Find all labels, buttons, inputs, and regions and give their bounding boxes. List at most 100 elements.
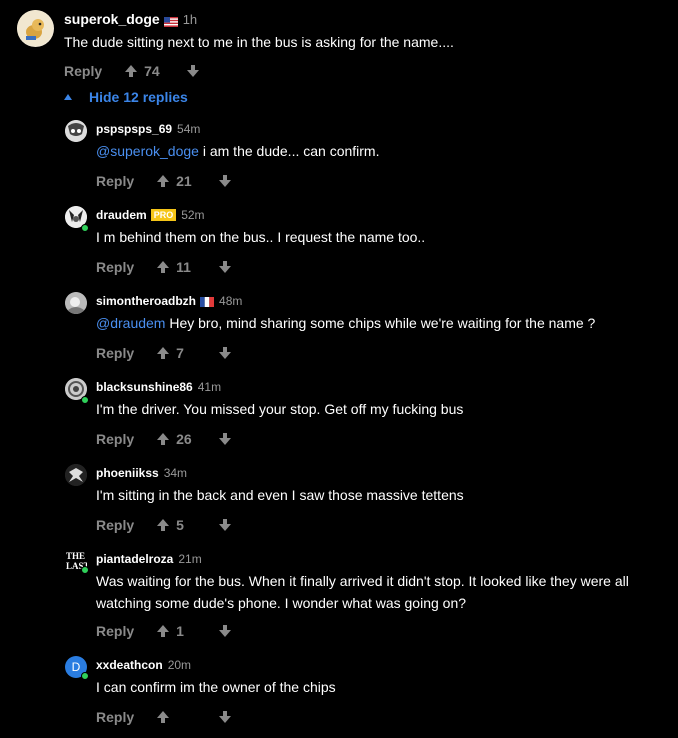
op-username[interactable]: superok_doge bbox=[64, 11, 160, 27]
reply-timestamp: 48m bbox=[219, 294, 243, 308]
downvote-icon bbox=[219, 519, 232, 531]
reply-text-content: i am the dude... can confirm. bbox=[198, 143, 380, 159]
reply-text-content: I'm sitting in the back and even I saw t… bbox=[96, 487, 464, 503]
downvote-button[interactable] bbox=[218, 346, 232, 360]
reply-comment: blacksunshine86 41m I'm the driver. You … bbox=[0, 376, 678, 458]
reply-username[interactable]: piantadelroza bbox=[96, 552, 173, 566]
reply-text: @draudem Hey bro, mind sharing some chip… bbox=[96, 312, 595, 334]
reply-timestamp: 41m bbox=[197, 380, 222, 394]
reply-button[interactable]: Reply bbox=[64, 63, 102, 79]
upvote-icon bbox=[157, 519, 170, 531]
reply-username[interactable]: draudem bbox=[96, 208, 147, 222]
reply-text: @superok_doge i am the dude... can confi… bbox=[96, 140, 379, 162]
upvote-button[interactable]: 5 bbox=[156, 517, 194, 533]
reply-button[interactable]: Reply bbox=[96, 623, 134, 639]
upvote-button[interactable]: 21 bbox=[156, 173, 194, 189]
pro-badge: PRO bbox=[150, 209, 177, 221]
upvote-button[interactable]: 7 bbox=[156, 345, 194, 361]
reply-button[interactable]: Reply bbox=[96, 173, 134, 189]
reply-actions: Reply 21 bbox=[96, 173, 232, 189]
reply-text-line: watching some dude's phone. I wonder wha… bbox=[96, 595, 467, 611]
downvote-button[interactable] bbox=[186, 64, 200, 78]
op-avatar[interactable] bbox=[17, 10, 54, 47]
reply-text-content: I m behind them on the bus.. I request t… bbox=[96, 229, 426, 245]
reply-user-line: blacksunshine86 41m bbox=[96, 380, 221, 394]
caret-up-icon bbox=[64, 94, 72, 100]
reply-comment: pspspsps_69 54m @superok_doge i am the d… bbox=[0, 118, 678, 200]
reply-button[interactable]: Reply bbox=[96, 259, 134, 275]
reply-actions: Reply 11 bbox=[96, 259, 232, 275]
reply-button[interactable]: Reply bbox=[96, 345, 134, 361]
reply-text: I m behind them on the bus.. I request t… bbox=[96, 226, 425, 248]
reply-text-content: I'm the driver. You missed your stop. Ge… bbox=[96, 401, 464, 417]
vote-score: 5 bbox=[176, 517, 184, 533]
reply-username[interactable]: pspspsps_69 bbox=[96, 122, 172, 136]
user-avatar[interactable] bbox=[65, 464, 87, 486]
reply-button[interactable]: Reply bbox=[96, 517, 134, 533]
downvote-button[interactable] bbox=[218, 710, 232, 724]
reply-actions: Reply 26 bbox=[96, 431, 232, 447]
downvote-button[interactable] bbox=[218, 174, 232, 188]
online-indicator bbox=[81, 224, 89, 232]
us-flag-icon bbox=[163, 14, 178, 27]
downvote-icon bbox=[219, 175, 232, 187]
hide-replies-button[interactable]: Hide 12 replies bbox=[63, 89, 188, 105]
downvote-button[interactable] bbox=[218, 624, 232, 638]
downvote-icon bbox=[219, 347, 232, 359]
reply-user-line: xxdeathcon 20m bbox=[96, 658, 191, 672]
user-avatar[interactable] bbox=[65, 120, 87, 142]
op-text: The dude sitting next to me in the bus i… bbox=[64, 34, 454, 50]
op-user-line: superok_doge 1h bbox=[64, 11, 197, 27]
reply-button[interactable]: Reply bbox=[96, 431, 134, 447]
reply-user-line: phoeniikss 34m bbox=[96, 466, 187, 480]
reply-comment: THE LAST piantadelroza 21m Was waiting f… bbox=[0, 548, 678, 654]
upvote-button[interactable] bbox=[156, 710, 194, 724]
downvote-button[interactable] bbox=[218, 518, 232, 532]
reply-username[interactable]: xxdeathcon bbox=[96, 658, 163, 672]
reply-text-content: I can confirm im the owner of the chips bbox=[96, 679, 336, 695]
reply-actions: Reply bbox=[96, 709, 232, 725]
reply-timestamp: 34m bbox=[163, 466, 188, 480]
reply-comment: simontheroadbzh 48m @draudem Hey bro, mi… bbox=[0, 290, 678, 372]
reply-user-line: simontheroadbzh 48m bbox=[96, 294, 242, 308]
upvote-button[interactable]: 26 bbox=[156, 431, 194, 447]
user-avatar[interactable] bbox=[65, 292, 87, 314]
downvote-icon bbox=[219, 261, 232, 273]
reply-actions: Reply 1 bbox=[96, 623, 232, 639]
hide-replies-label: Hide 12 replies bbox=[89, 89, 188, 105]
upvote-button[interactable]: 74 bbox=[124, 63, 162, 79]
online-indicator bbox=[81, 396, 89, 404]
downvote-button[interactable] bbox=[218, 260, 232, 274]
reply-user-line: piantadelroza 21m bbox=[96, 552, 202, 566]
vote-score: 74 bbox=[144, 63, 160, 79]
reply-text-content: Hey bro, mind sharing some chips while w… bbox=[165, 315, 596, 331]
online-indicator bbox=[81, 672, 89, 680]
downvote-icon bbox=[187, 65, 200, 77]
user-mention[interactable]: @superok_doge bbox=[96, 143, 199, 159]
downvote-icon bbox=[219, 711, 232, 723]
upvote-icon bbox=[157, 433, 170, 445]
downvote-button[interactable] bbox=[218, 432, 232, 446]
svg-text:THE: THE bbox=[66, 551, 85, 561]
reply-username[interactable]: simontheroadbzh bbox=[96, 294, 196, 308]
reply-timestamp: 20m bbox=[167, 658, 192, 672]
upvote-icon bbox=[157, 711, 170, 723]
online-indicator bbox=[81, 566, 89, 574]
fr-flag-icon bbox=[200, 296, 215, 307]
user-mention[interactable]: @draudem bbox=[96, 315, 165, 331]
reply-button[interactable]: Reply bbox=[96, 709, 134, 725]
reply-comment: phoeniikss 34m I'm sitting in the back a… bbox=[0, 462, 678, 544]
vote-score: 11 bbox=[176, 259, 191, 275]
downvote-icon bbox=[219, 625, 232, 637]
reply-username[interactable]: phoeniikss bbox=[96, 466, 159, 480]
avatar-letter: D bbox=[71, 660, 81, 674]
vote-score: 26 bbox=[176, 431, 192, 447]
reply-text: Was waiting for the bus. When it finally… bbox=[96, 570, 629, 614]
upvote-button[interactable]: 1 bbox=[156, 623, 194, 639]
upvote-button[interactable]: 11 bbox=[156, 259, 194, 275]
reply-timestamp: 54m bbox=[177, 122, 201, 136]
reply-timestamp: 21m bbox=[178, 552, 202, 566]
reply-actions: Reply 7 bbox=[96, 345, 232, 361]
reply-username[interactable]: blacksunshine86 bbox=[96, 380, 193, 394]
vote-score: 1 bbox=[176, 623, 184, 639]
